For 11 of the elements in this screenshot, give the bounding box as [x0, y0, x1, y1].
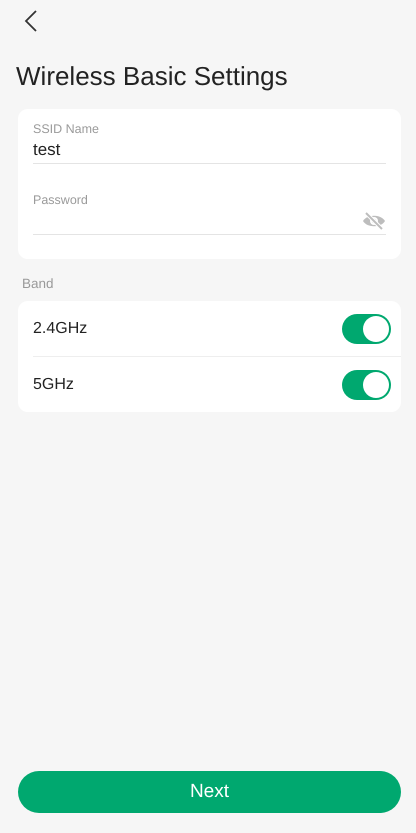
- input-field[interactable]: test: [33, 137, 386, 164]
- page-title: Wireless Basic Settings: [16, 60, 289, 92]
- toggle-switch[interactable]: [342, 370, 391, 400]
- field-label: Password: [33, 192, 89, 208]
- field-label: SSID Name: [33, 121, 100, 137]
- eye-slash-icon[interactable]: [362, 211, 386, 231]
- section-label: Band: [22, 276, 55, 292]
- toggle-switch[interactable]: [342, 314, 391, 344]
- band-label: 2.4GHz: [33, 320, 88, 338]
- band-label: 5GHz: [33, 376, 74, 394]
- back-icon[interactable]: [24, 10, 38, 32]
